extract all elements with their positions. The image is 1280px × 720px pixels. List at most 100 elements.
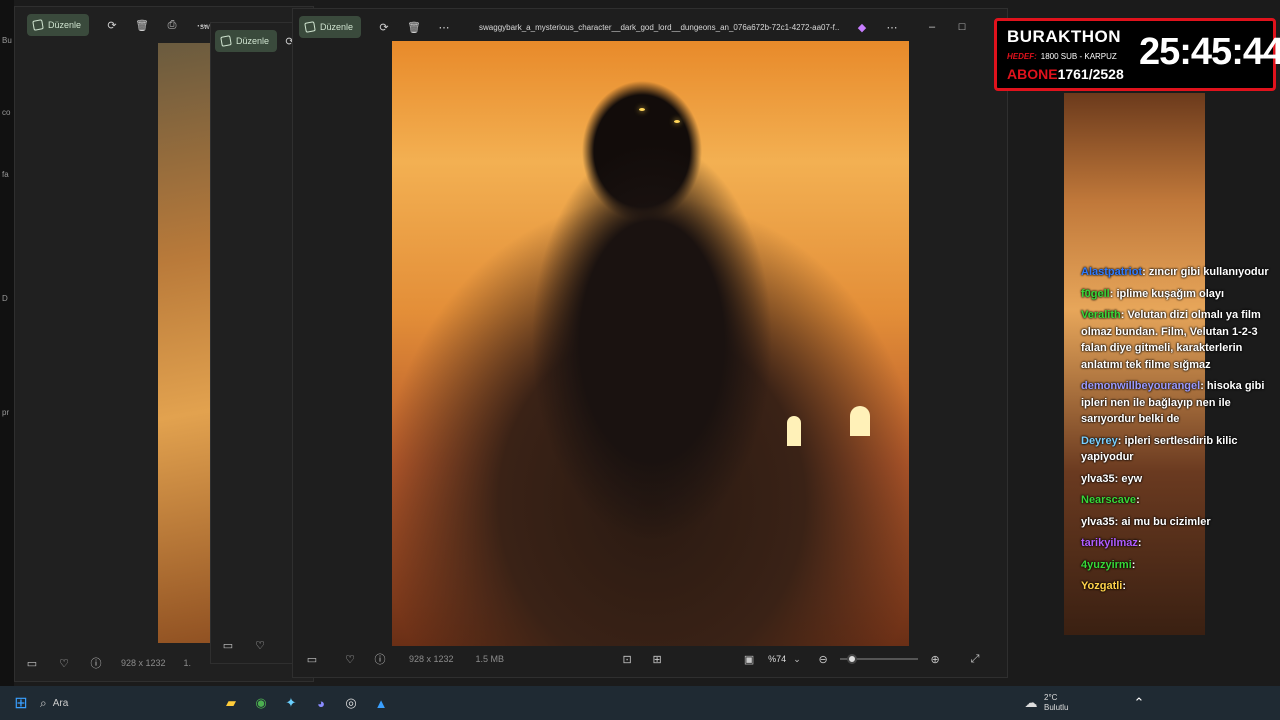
zoom-slider[interactable] — [840, 652, 919, 666]
chrome-icon[interactable]: ◉ — [250, 692, 272, 714]
figure-eye — [639, 108, 645, 111]
info-icon[interactable]: ⓘ — [373, 652, 387, 666]
chat-message: Alastpatriot: zıncır gibi kullanıyodur — [1081, 266, 1269, 278]
search-placeholder: Ara — [52, 697, 69, 709]
fullscreen-icon[interactable]: ⤢ — [968, 652, 982, 666]
chat-message: Veralith: Velutan dizi olmalı ya film ol… — [1081, 309, 1261, 371]
chat-username: tarikyilmaz — [1081, 537, 1138, 549]
rotate-icon[interactable]: ⟳ — [377, 20, 391, 34]
filmstrip-icon[interactable]: ▭ — [305, 652, 319, 666]
discord-icon[interactable]: ◕ — [310, 692, 332, 714]
chat-message: Yozgatli: — [1081, 580, 1127, 592]
zoom-level[interactable]: %74 — [768, 654, 786, 664]
minimize-icon[interactable]: – — [925, 20, 939, 34]
chat-username: Yozgatli — [1081, 580, 1123, 592]
favorite-icon[interactable]: ♡ — [343, 652, 357, 666]
start-icon[interactable]: ⊞ — [10, 692, 32, 714]
chat-message: Nearscave: — [1081, 494, 1140, 506]
chat-username: f0gell — [1081, 287, 1110, 300]
chat-username: Deyrey — [1081, 434, 1118, 447]
chat-text: eyw — [1121, 472, 1143, 485]
edit-button[interactable]: Düzenle — [215, 30, 278, 52]
taskbar: ⊞ ⌕ Ara ▰ ◉ ✦ ◕ ◎ ▲ ☁ 2°C Bulutlu ⌃ — [0, 686, 1280, 720]
weather-icon[interactable]: ☁ — [1020, 692, 1042, 714]
chat-message: ylva35: ai mu bu cizimler — [1081, 515, 1211, 528]
chat-username: Alastpatriot — [1081, 266, 1143, 278]
rotate-icon[interactable]: ⟳ — [105, 18, 119, 32]
print-icon[interactable]: ⎙ — [165, 18, 179, 32]
timer-title: BURAKTHON — [1007, 27, 1122, 46]
photo-image — [392, 41, 909, 646]
chat-username: Nearscave — [1081, 494, 1137, 506]
chat-message: Deyrey: ipleri sertlesdirib kilic yapiyo… — [1081, 434, 1238, 464]
arena-window — [850, 406, 870, 436]
file-explorer-icon[interactable]: ▰ — [220, 692, 242, 714]
more-options-icon[interactable]: ⋯ — [885, 20, 899, 34]
figure-eye — [674, 120, 680, 123]
chat-username: Veralith — [1081, 309, 1121, 321]
edit-button[interactable]: Düzenle — [27, 14, 90, 36]
search-icon: ⌕ — [40, 695, 47, 710]
maximize-icon[interactable]: □ — [955, 20, 969, 34]
search-box[interactable]: ⌕ Ara — [40, 690, 180, 716]
filmstrip-icon[interactable]: ▭ — [25, 656, 39, 670]
image-size: 1. — [183, 658, 192, 668]
zoom-out-icon[interactable]: ⊖ — [816, 652, 830, 666]
timer-subs: ABONE1761/2528 — [1007, 66, 1124, 82]
system-tray: ☁ 2°C Bulutlu ⌃ — [1020, 686, 1280, 720]
delete-icon[interactable]: 🗑 — [407, 20, 421, 34]
chat-username: demonwillbeyourangel — [1081, 380, 1201, 392]
chat-text: iplime kuşağım olayı — [1116, 287, 1225, 300]
desktop-label: Bu — [2, 36, 12, 45]
chat-panel: Alastpatriot: zıncır gibi kullanıyodur f0… — [1081, 264, 1271, 600]
zoom-slider-thumb[interactable] — [847, 654, 858, 664]
chat-text: zıncır gibi kullanıyodur — [1148, 266, 1269, 278]
desktop-label: pr — [2, 408, 10, 417]
chat-message: ylva35: eyw — [1081, 472, 1143, 485]
info-icon[interactable]: ⓘ — [89, 656, 103, 670]
copilot-icon[interactable]: ◆ — [855, 20, 869, 34]
edit-pen-icon — [220, 35, 232, 47]
app-icon[interactable]: ✦ — [280, 692, 302, 714]
desktop-strip: Bu co fa D pr — [0, 0, 14, 690]
arena-window — [787, 416, 801, 446]
photos-icon[interactable]: ▲ — [370, 692, 392, 714]
chevron-up-icon[interactable]: ⌃ — [1128, 692, 1150, 714]
image-dimensions: 928 x 1232 — [409, 654, 454, 664]
chevron-down-icon[interactable]: ⌄ — [790, 652, 804, 666]
chat-text: ai mu bu cizimler — [1121, 515, 1211, 528]
timer-goal: HEDEF: 1800 SUB - KARPUZ — [1007, 52, 1117, 61]
timer-clock: 25:45:44 — [1139, 31, 1280, 73]
zoom-in-icon[interactable]: ⊕ — [928, 652, 942, 666]
desktop-label: D — [2, 294, 8, 303]
chat-message: demonwillbeyourangel: hisoka gibi ipleri… — [1081, 380, 1265, 425]
fit-icon[interactable]: ▣ — [742, 652, 756, 666]
filmstrip-icon[interactable]: ▭ — [221, 638, 235, 652]
title-bar: Düzenle ⟳ 🗑 ⋯ swaggybark_a_mysterious_ch… — [293, 9, 1007, 45]
enhance-icon[interactable]: ⊞ — [650, 652, 664, 666]
obs-icon[interactable]: ◎ — [340, 692, 362, 714]
bottom-bar: ▭ ♡ ⓘ 928 x 1232 1.5 MB ⊡ ⊞ ▣ %74 ⌄ ⊖ ⊕ … — [293, 641, 1007, 677]
chat-message: 4yuzyirmi: — [1081, 558, 1136, 571]
chat-message: f0gell: iplime kuşağım olayı — [1081, 287, 1225, 300]
desktop: Bu co fa D pr Düzenle ⟳ 🗑 ⎙ ⋯ ▭ ♡ ⓘ 928 … — [0, 0, 1280, 720]
more-icon[interactable]: ⋯ — [437, 20, 451, 34]
window-title: swaggybark_a_mysterious_character__dark_… — [479, 22, 840, 32]
edit-pen-icon — [304, 21, 316, 33]
back-window-title-fragment: sw — [200, 22, 210, 31]
image-size: 1.5 MB — [475, 654, 505, 664]
weather-widget[interactable]: 2°C Bulutlu — [1044, 693, 1124, 713]
desktop-label: co — [2, 108, 11, 117]
favorite-icon[interactable]: ♡ — [253, 638, 267, 652]
image-dimensions: 928 x 1232 — [121, 658, 166, 668]
delete-icon[interactable]: 🗑 — [135, 18, 149, 32]
desktop-label: fa — [2, 170, 9, 179]
subathon-timer: BURAKTHON HEDEF: 1800 SUB - KARPUZ ABONE1… — [994, 18, 1280, 91]
chat-message: tarikyilmaz: — [1081, 537, 1142, 549]
chat-username: ylva35 — [1081, 515, 1115, 528]
edit-button[interactable]: Düzenle — [299, 16, 362, 38]
chat-username: ylva35 — [1081, 472, 1115, 485]
favorite-icon[interactable]: ♡ — [57, 656, 71, 670]
edit-pen-icon — [32, 19, 44, 31]
crop-icon[interactable]: ⊡ — [620, 652, 634, 666]
